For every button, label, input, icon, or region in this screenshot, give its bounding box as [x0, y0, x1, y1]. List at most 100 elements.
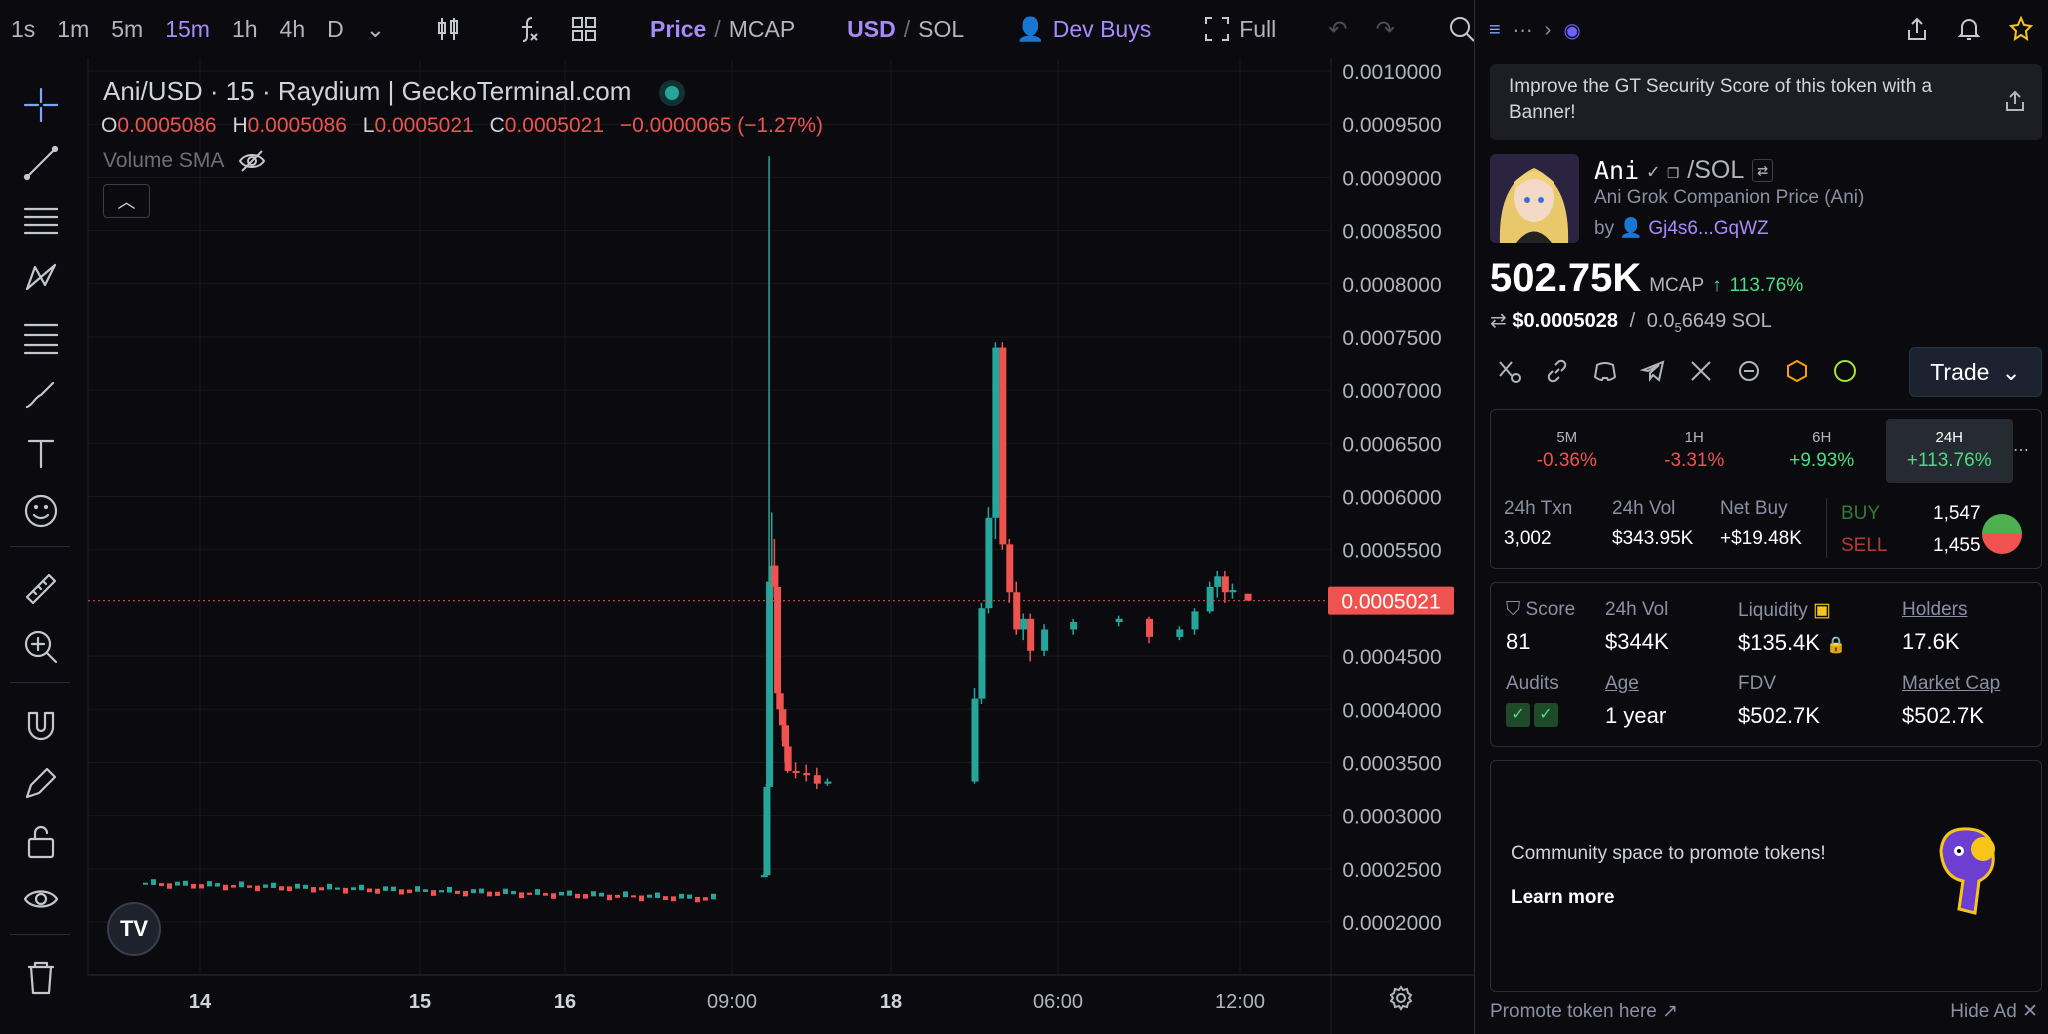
indicators-button[interactable]: [500, 15, 556, 43]
score-value: 81: [1506, 629, 1531, 654]
baseline-candle: [335, 887, 340, 890]
swap-pair-icon[interactable]: ⇄: [1752, 159, 1774, 182]
lock-tool[interactable]: [18, 818, 64, 864]
breadcrumb[interactable]: ≡ ⋯ › ◉: [1489, 18, 1581, 43]
fullscreen-button[interactable]: Full: [1189, 15, 1290, 43]
baseline-candle: [639, 895, 644, 902]
tools-divider: [10, 546, 70, 547]
delete-tool[interactable]: [18, 954, 64, 1000]
discord-icon[interactable]: [1592, 358, 1618, 384]
baseline-candle: [223, 884, 228, 891]
vol24-label: 24h Vol: [1605, 599, 1669, 620]
market-cap-label[interactable]: Market Cap: [1902, 673, 2000, 695]
timeframe-1s[interactable]: 1s: [0, 16, 46, 43]
crosshair-tool[interactable]: [18, 82, 64, 128]
redo-button[interactable]: ↷: [1362, 16, 1409, 43]
currency-toggle[interactable]: USD / SOL: [833, 16, 978, 43]
age-stat[interactable]: Age 1 year: [1605, 673, 1666, 729]
hide-ad-button[interactable]: Hide Ad ✕: [1950, 1000, 2038, 1023]
magnet-tool[interactable]: [18, 702, 64, 748]
emoji-tool[interactable]: [18, 488, 64, 534]
share-icon[interactable]: [2004, 90, 2026, 112]
chat-icon[interactable]: [1736, 358, 1762, 384]
mcap-option[interactable]: MCAP: [729, 16, 795, 43]
timeframe-4h[interactable]: 4h: [269, 16, 317, 43]
holders-stat[interactable]: Holders 17.6K: [1902, 599, 1967, 655]
period-change: +9.93%: [1789, 450, 1855, 471]
trade-button[interactable]: Trade ⌄: [1909, 347, 2042, 397]
security-banner[interactable]: Improve the GT Security Score of this to…: [1490, 64, 2042, 140]
timeframe-15m[interactable]: 15m: [154, 16, 221, 43]
timeframe-1m[interactable]: 1m: [46, 16, 100, 43]
copy-icon[interactable]: ❐: [1667, 159, 1679, 183]
y-tick-label: 0.0002500: [1342, 859, 1441, 882]
period-tab-6h[interactable]: 6H +9.93%: [1758, 419, 1886, 483]
high-value: 0.0005086: [247, 114, 347, 137]
pattern-tool[interactable]: [18, 256, 64, 302]
visibility-tool[interactable]: [18, 876, 64, 922]
user-icon: 👤: [1016, 15, 1045, 42]
dev-buys-button[interactable]: 👤 Dev Buys: [1002, 16, 1165, 43]
score-stat: ⛉ Score 81: [1506, 599, 1575, 655]
link-icon[interactable]: [1544, 358, 1570, 384]
chart-area[interactable]: 0.0010000 0.0009500 0.0009000 0.0008500 0.00…: [0, 0, 1475, 1034]
age-label[interactable]: Age: [1605, 673, 1666, 695]
market-cap-stat[interactable]: Market Cap $502.7K: [1902, 673, 2000, 729]
x-icon[interactable]: [1688, 358, 1714, 384]
telegram-icon[interactable]: [1639, 358, 1666, 384]
fib-tool[interactable]: [18, 314, 64, 360]
explorer-icon[interactable]: [1784, 358, 1810, 384]
timeframe-1h[interactable]: 1h: [221, 16, 269, 43]
chart-title: Ani/USD · 15 · Raydium | GeckoTerminal.c…: [103, 76, 632, 106]
horizontal-lines-tool[interactable]: [18, 198, 64, 244]
trend-line-tool[interactable]: [18, 140, 64, 186]
period-tab-1h[interactable]: 1H -3.31%: [1631, 419, 1759, 483]
zoom-tool[interactable]: [18, 624, 64, 670]
market-cap-value: $502.7K: [1902, 703, 1984, 728]
volume-sma-indicator[interactable]: Volume SMA: [103, 149, 266, 173]
lock-drawing-tool[interactable]: [18, 760, 64, 806]
baseline-candle: [175, 881, 180, 886]
chevron-down-icon[interactable]: ⌄: [355, 16, 396, 43]
net-buy-stat: Net Buy +$19.48K: [1720, 498, 1802, 550]
more-icon[interactable]: ⋯: [1513, 18, 1533, 43]
period-tab-24h[interactable]: 24H +113.76%: [1885, 419, 2013, 483]
text-icon: [27, 439, 55, 469]
price-mcap-toggle[interactable]: Price / MCAP: [636, 16, 809, 43]
undo-button[interactable]: ↶: [1314, 16, 1361, 43]
gear-icon[interactable]: [1387, 984, 1415, 1012]
holders-label[interactable]: Holders: [1902, 599, 1967, 621]
x-search-icon[interactable]: [1496, 358, 1522, 384]
usd-option[interactable]: USD: [847, 16, 896, 43]
buy-count: 1,547: [1933, 503, 1981, 524]
tracker-icon[interactable]: [1832, 358, 1858, 384]
collapse-legend-button[interactable]: ︿: [103, 184, 150, 218]
eye-off-icon[interactable]: [238, 149, 266, 173]
promote-token-link[interactable]: Promote token here ↗: [1490, 1000, 1678, 1023]
menu-icon[interactable]: ≡: [1489, 19, 1501, 42]
candle-body: [774, 586, 782, 694]
more-icon[interactable]: ⋯: [2013, 440, 2029, 460]
ad-card[interactable]: Community space to promote tokens! Learn…: [1490, 760, 2042, 992]
star-icon[interactable]: [2008, 16, 2034, 42]
measure-tool[interactable]: [18, 566, 64, 612]
share-icon[interactable]: [1904, 16, 1930, 42]
text-tool[interactable]: [18, 430, 64, 476]
candle-type-button[interactable]: [420, 15, 476, 43]
volume-sma-label: Volume SMA: [103, 149, 225, 172]
bell-icon[interactable]: [1956, 16, 1982, 42]
layout-button[interactable]: [556, 15, 612, 43]
timeframe-d[interactable]: D: [316, 16, 355, 43]
tradingview-logo[interactable]: TV: [107, 902, 161, 956]
chain-icon[interactable]: ◉: [1563, 18, 1580, 43]
price-option[interactable]: Price: [650, 16, 706, 43]
period-tab-5m[interactable]: 5M -0.36%: [1503, 419, 1631, 483]
period-label: 5M: [1556, 429, 1578, 446]
sol-option[interactable]: SOL: [918, 16, 964, 43]
learn-more-link[interactable]: Learn more: [1511, 887, 1614, 909]
timeframe-5m[interactable]: 5m: [100, 16, 154, 43]
brush-tool[interactable]: [18, 372, 64, 418]
creator-address[interactable]: Gj4s6...GqWZ: [1648, 218, 1768, 239]
pencil-lock-icon: [25, 767, 57, 799]
candle-body: [985, 517, 993, 609]
